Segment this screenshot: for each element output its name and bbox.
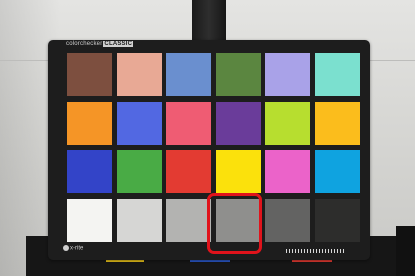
patch-green (116, 150, 162, 193)
patch-orange (67, 101, 112, 145)
patch-moderate-red (166, 101, 211, 145)
maker-logo: x-rite (63, 245, 83, 252)
xrite-logo-icon (63, 245, 69, 251)
patch-yellow (215, 150, 261, 193)
highlight-box (207, 193, 262, 254)
card-brand-label: colorchecker CLASSIC (66, 41, 134, 47)
patch-purplish-blue (116, 101, 162, 145)
card-brand-text: colorchecker (66, 41, 103, 47)
patch-neutral-8 (116, 198, 162, 242)
patch-purple (215, 101, 261, 145)
patch-blue-flower (265, 53, 310, 96)
patch-foliage (215, 53, 261, 96)
patch-blue-sky (166, 53, 211, 96)
patch-neutral-6-5 (166, 198, 211, 242)
card-barcode (286, 249, 344, 253)
maker-text: x-rite (70, 245, 84, 252)
patch-neutral-3-5 (265, 198, 310, 242)
patch-orange-yellow (314, 101, 360, 145)
patch-cyan (314, 150, 360, 193)
stand-base-edge (396, 226, 415, 276)
patch-bluish-green (314, 53, 360, 96)
patch-yellow-green (265, 101, 310, 145)
patch-light-skin (116, 53, 162, 96)
photo-scene: colorchecker CLASSIC x-rite (0, 0, 415, 276)
patch-magenta (265, 150, 310, 193)
patch-white (67, 198, 112, 242)
patch-dark-skin (67, 53, 112, 96)
patch-black (314, 198, 360, 242)
patch-blue (67, 150, 112, 193)
card-model-badge: CLASSIC (103, 41, 134, 47)
patch-red (166, 150, 211, 193)
